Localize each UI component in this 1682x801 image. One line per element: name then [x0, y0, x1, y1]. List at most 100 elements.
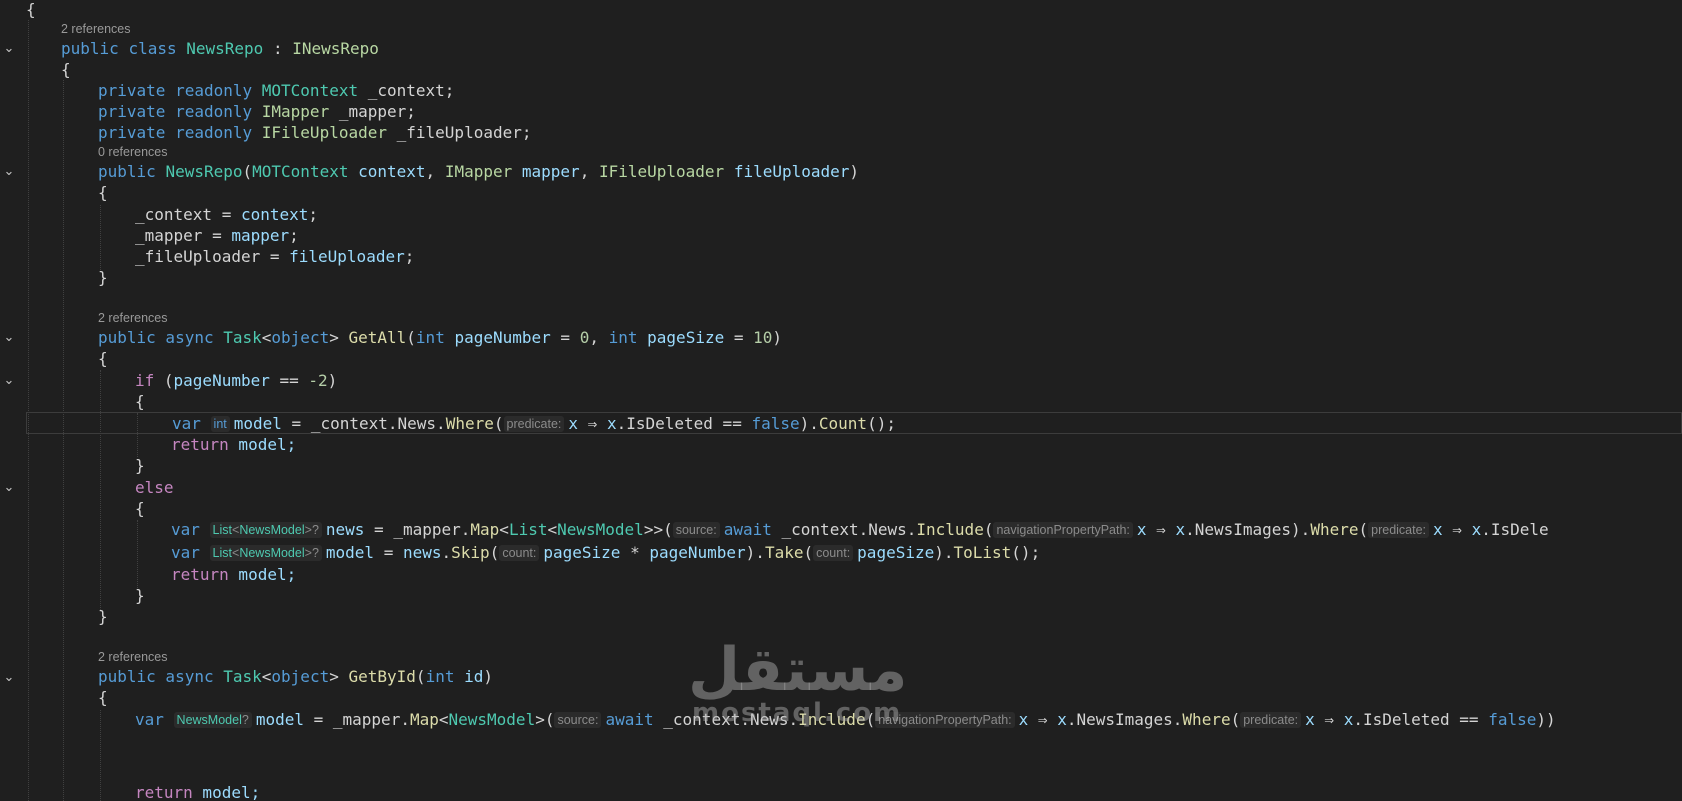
punct: ( — [493, 414, 504, 433]
code-line[interactable]: } — [26, 455, 1682, 477]
param: fileUploader — [289, 247, 405, 266]
keyword: else — [135, 478, 174, 497]
fold-chevron-icon[interactable]: ⌄ — [2, 671, 16, 685]
variable: model; — [192, 783, 261, 801]
code-line[interactable]: private readonly MOTContext _context; — [26, 80, 1682, 102]
punct: ). — [745, 543, 765, 562]
code-line[interactable]: } — [26, 267, 1682, 289]
punct: (); — [867, 414, 896, 433]
keyword: class — [128, 39, 177, 58]
watermark-arabic: مستقل — [688, 635, 908, 705]
type-name: Task — [223, 328, 262, 347]
param: pageSize — [543, 543, 621, 562]
punct: > — [329, 328, 339, 347]
keyword: await — [723, 520, 772, 539]
punct: ; — [308, 205, 319, 224]
code-line[interactable]: public class NewsRepo : INewsRepo — [26, 38, 1682, 60]
punct: = — [374, 543, 403, 562]
code-line[interactable]: { — [26, 348, 1682, 370]
code-line[interactable]: } — [26, 585, 1682, 607]
method-name: Map — [409, 710, 439, 729]
number: 10 — [753, 328, 773, 347]
code-line[interactable]: if (pageNumber == -2) — [26, 370, 1682, 392]
operator: ⇒ — [1028, 710, 1058, 729]
fold-chevron-icon[interactable]: ⌄ — [2, 42, 16, 56]
code-line[interactable]: _fileUploader = fileUploader; — [26, 246, 1682, 268]
type-name: IFileUploader — [598, 162, 725, 181]
param: x — [1136, 520, 1147, 539]
punct: = — [303, 710, 333, 729]
param: x — [1057, 710, 1067, 729]
code-line[interactable]: public async Task<object> GetAll(int pag… — [26, 327, 1682, 349]
interface-name: INewsRepo — [292, 39, 379, 58]
code-line[interactable]: _context = context; — [26, 204, 1682, 226]
method-name: Map — [470, 520, 500, 539]
keyword: object — [271, 328, 330, 347]
code-line[interactable]: var List<NewsModel>? model = news.Skip(co… — [26, 542, 1682, 564]
codelens-text[interactable]: 2 references — [98, 311, 167, 325]
fold-chevron-icon[interactable]: ⌄ — [2, 165, 16, 179]
code-line[interactable]: _mapper = mapper; — [26, 225, 1682, 247]
fold-chevron-icon[interactable]: ⌄ — [2, 481, 16, 495]
codelens-text[interactable]: 2 references — [61, 22, 130, 36]
current-code-line[interactable]: var int model = _context.News.Where(predi… — [26, 412, 1682, 434]
keyword: var — [171, 520, 200, 539]
brace: } — [98, 607, 108, 626]
param: x — [606, 414, 617, 433]
punct: ). — [934, 543, 954, 562]
type-name: IMapper — [444, 162, 513, 181]
inlay-hint: predicate: — [1368, 522, 1430, 538]
inlay-hint: predicate: — [503, 416, 565, 432]
code-line[interactable]: { — [26, 391, 1682, 413]
assign-lhs: _context = — [135, 205, 241, 224]
codelens-references[interactable]: 2 references — [26, 18, 1682, 40]
member-access: _context.News. — [310, 414, 446, 433]
fold-chevron-icon[interactable]: ⌄ — [2, 331, 16, 345]
keyword: private readonly — [98, 123, 253, 142]
punct: ; — [404, 247, 415, 266]
codelens-references[interactable]: 2 references — [26, 307, 1682, 329]
variable: news — [402, 543, 442, 562]
variable: model; — [228, 435, 297, 454]
param: pageNumber — [454, 328, 551, 347]
brace: { — [98, 183, 108, 202]
punct: , — [579, 162, 599, 181]
punct: = — [281, 414, 311, 433]
code-line[interactable]: { — [26, 498, 1682, 520]
codelens-text[interactable]: 2 references — [98, 650, 167, 664]
variable: news — [325, 520, 365, 539]
param: x — [568, 414, 579, 433]
codelens-text[interactable]: 0 references — [98, 145, 167, 159]
code-line[interactable]: return model; — [26, 782, 1682, 801]
param: x — [1433, 520, 1443, 539]
punct: ) — [327, 371, 338, 390]
code-line[interactable]: { — [26, 59, 1682, 81]
brace: } — [135, 586, 145, 605]
code-line[interactable]: { — [26, 182, 1682, 204]
code-line[interactable]: var List<NewsModel>? news = _mapper.Map<L… — [26, 519, 1682, 541]
code-editor[interactable]: ⌄ ⌄ ⌄ ⌄ ⌄ ⌄ { 2 references public class … — [0, 0, 1682, 801]
code-line[interactable]: } — [26, 606, 1682, 628]
keyword: false — [751, 414, 800, 433]
fold-chevron-icon[interactable]: ⌄ — [2, 374, 16, 388]
method-name: Where — [1310, 520, 1359, 539]
keyword: public async — [98, 328, 214, 347]
codelens-references[interactable]: 0 references — [26, 141, 1682, 163]
code-line[interactable]: private readonly IMapper _mapper; — [26, 101, 1682, 123]
punct: ( — [154, 371, 174, 390]
keyword: var — [172, 414, 201, 433]
code-line[interactable]: return model; — [26, 434, 1682, 456]
type-name: MOTContext — [252, 162, 349, 181]
param: x — [1343, 710, 1354, 729]
gutter: ⌄ ⌄ ⌄ ⌄ ⌄ ⌄ — [0, 0, 24, 801]
punct: . — [441, 543, 452, 562]
code-line[interactable]: else — [26, 477, 1682, 499]
code-line[interactable]: public NewsRepo(MOTContext context, IMap… — [26, 161, 1682, 183]
code-line[interactable]: return model; — [26, 564, 1682, 586]
member-access: _mapper. — [393, 520, 471, 539]
keyword: var — [135, 710, 164, 729]
keyword: if — [135, 371, 155, 390]
member-access: .IsDeleted == — [616, 414, 752, 433]
punct: , — [425, 162, 445, 181]
brace: } — [98, 268, 108, 287]
